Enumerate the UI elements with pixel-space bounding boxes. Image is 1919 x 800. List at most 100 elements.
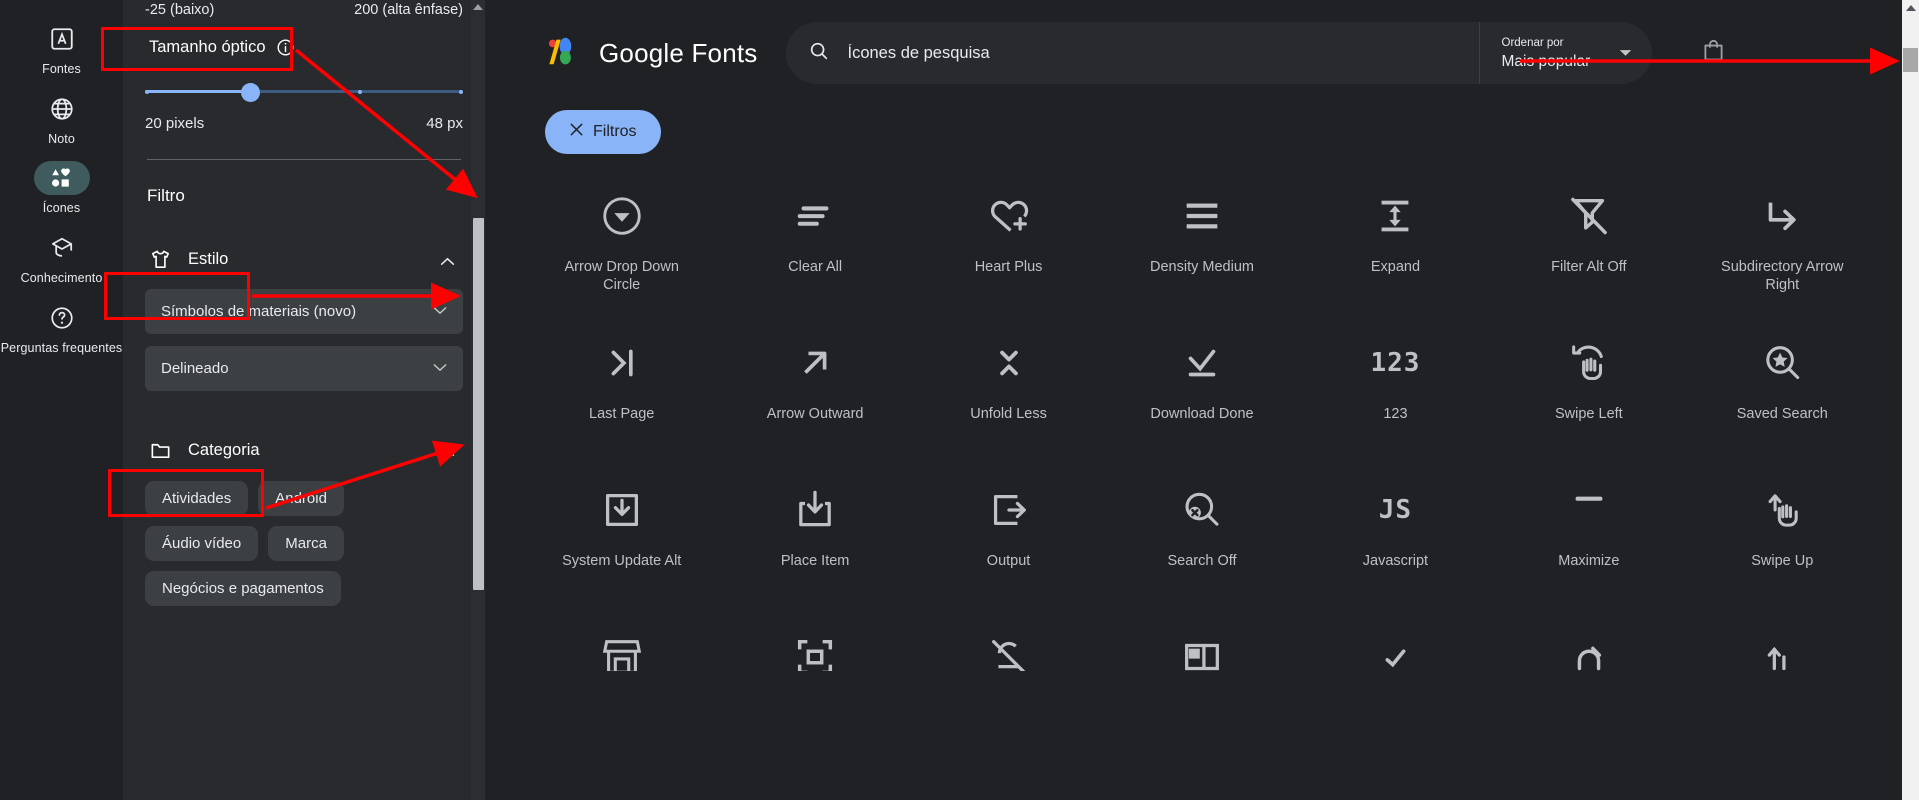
icon-card[interactable]: Download Done [1105,327,1298,474]
icon-label: Last Page [589,406,655,422]
chevron-up-icon[interactable] [440,252,455,271]
category-chip[interactable]: Android [258,481,344,516]
category-chip[interactable]: Atividades [145,481,249,516]
sidebar-item-perguntas-frequentes[interactable]: Perguntas frequentes [0,301,123,357]
icon-card[interactable]: Output [912,474,1105,621]
clear-all-icon [792,180,838,252]
icon-label: Download Done [1150,406,1254,422]
panel-scrollbar[interactable] [471,0,485,800]
icon-label: Swipe Up [1751,553,1814,569]
icon-grid-partial-row [485,621,1919,671]
scroll-up-arrow-icon[interactable] [1905,5,1916,11]
icon-card[interactable]: Maximize [1492,474,1685,621]
icon-label: 123 [1383,406,1408,422]
icon-card[interactable]: Heart Plus [912,180,1105,327]
density-medium-icon [1179,180,1225,252]
chevron-down-icon [433,306,447,318]
icon-label: Arrow Drop Down Circle [564,259,679,294]
icon-card[interactable]: Arrow Drop Down Circle [525,180,718,327]
icon-label: Subdirectory Arrow Right [1721,259,1844,294]
icon-card[interactable] [1686,621,1879,671]
icon-card[interactable]: 123 123 [1299,327,1492,474]
icon-card[interactable]: JS Javascript [1299,474,1492,621]
sort-dropdown[interactable]: Ordenar por Mais popular [1478,22,1652,84]
style-fill-select[interactable]: Delineado [145,346,463,391]
filter-panel: -25 (baixo) 200 (alta ênfase) Tamanho óp… [123,0,485,800]
icon-label: System Update Alt [562,553,682,569]
maximize-icon [1566,474,1612,546]
sidebar-item-conhecimento[interactable]: Conhecimento [0,231,123,287]
output-icon [986,474,1032,546]
google-fonts-icons-page: Fontes Noto Ícones Conhecimento Pergunta… [0,0,1919,800]
scroll-up-arrow-icon[interactable] [473,4,483,10]
icon-card[interactable]: Swipe Up [1686,474,1879,621]
search-field-wrap [786,40,1479,67]
icon-card[interactable]: Saved Search [1686,327,1879,474]
sidebar-item-fontes[interactable]: Fontes [0,22,123,78]
filter-alt-off-icon [1566,180,1612,252]
search-input[interactable] [847,43,1479,63]
optical-size-slider[interactable] [145,81,463,103]
window-scroll-thumb[interactable] [1903,48,1918,72]
icon-card[interactable]: Arrow Outward [718,327,911,474]
search-icon [808,40,830,67]
slider-fill [145,90,250,93]
icon-card[interactable] [1105,621,1298,671]
icon-card[interactable]: Subdirectory Arrow Right [1686,180,1879,327]
sidebar-item-icones[interactable]: Ícones [0,161,123,217]
icon-card[interactable]: Clear All [718,180,911,327]
category-chip[interactable]: Negócios e pagamentos [145,571,341,606]
filter-heading: Filtro [147,186,185,205]
icon-card[interactable]: Last Page [525,327,718,474]
slider-max-value: 48 px [426,115,463,132]
chevron-down-icon [433,363,447,375]
icon-card[interactable] [912,621,1105,671]
shopping-bag-icon[interactable] [1700,37,1727,69]
icon-card[interactable]: Filter Alt Off [1492,180,1685,327]
icon-card[interactable]: Unfold Less [912,327,1105,474]
category-chip[interactable]: Marca [268,526,344,561]
slider-knob[interactable] [240,83,260,102]
search-off-icon [1179,474,1225,546]
crop-free-icon [792,621,838,671]
panel-scroll-thumb[interactable] [473,218,484,590]
chevron-up-icon[interactable] [440,443,455,462]
icon-card[interactable] [1492,621,1685,671]
javascript-icon: JS [1379,474,1412,546]
icon-card[interactable]: Search Off [1105,474,1298,621]
style-header[interactable]: Estilo [145,242,463,277]
slider-current-value: 20 pixels [145,115,205,132]
last-page-icon [599,327,645,399]
icon-card[interactable] [718,621,911,671]
icon-card[interactable]: Swipe Left [1492,327,1685,474]
optical-size-section: Tamanho óptico [145,32,463,63]
slider-tick [358,89,363,94]
style-fill-value: Delineado [161,360,229,377]
window-scrollbar[interactable] [1902,0,1919,800]
icon-card[interactable] [1299,621,1492,671]
slider-value-labels: 20 pixels 48 px [145,115,463,132]
filters-toggle-button[interactable]: Filtros [545,110,661,154]
brand-title: Google Fonts [599,37,758,68]
icon-card[interactable] [525,621,718,671]
123-glyph: 123 [1370,348,1421,378]
google-fonts-logo-icon [545,34,583,73]
brand-logo[interactable]: Google Fonts [545,34,758,73]
123-icon: 123 [1370,327,1420,399]
optical-size-heading: Tamanho óptico [145,32,463,63]
swipe-up-icon [1759,474,1805,546]
icon-card[interactable]: System Update Alt [525,474,718,621]
info-circle-icon[interactable] [276,38,295,57]
icon-label: Search Off [1167,553,1237,569]
sidebar-item-noto[interactable]: Noto [0,92,123,148]
globe-icon [34,92,90,126]
icon-label: Output [986,553,1031,569]
main-content: Google Fonts Ordenar por Mais popular [485,0,1919,800]
view-sidebar-icon [1179,621,1225,671]
icon-card[interactable]: Density Medium [1105,180,1298,327]
icon-card[interactable]: Expand [1299,180,1492,327]
category-chip[interactable]: Áudio vídeo [145,526,259,561]
icon-card[interactable]: Place Item [718,474,911,621]
style-family-select[interactable]: Símbolos de materiais (novo) [145,289,463,334]
category-header[interactable]: Categoria [145,433,463,468]
